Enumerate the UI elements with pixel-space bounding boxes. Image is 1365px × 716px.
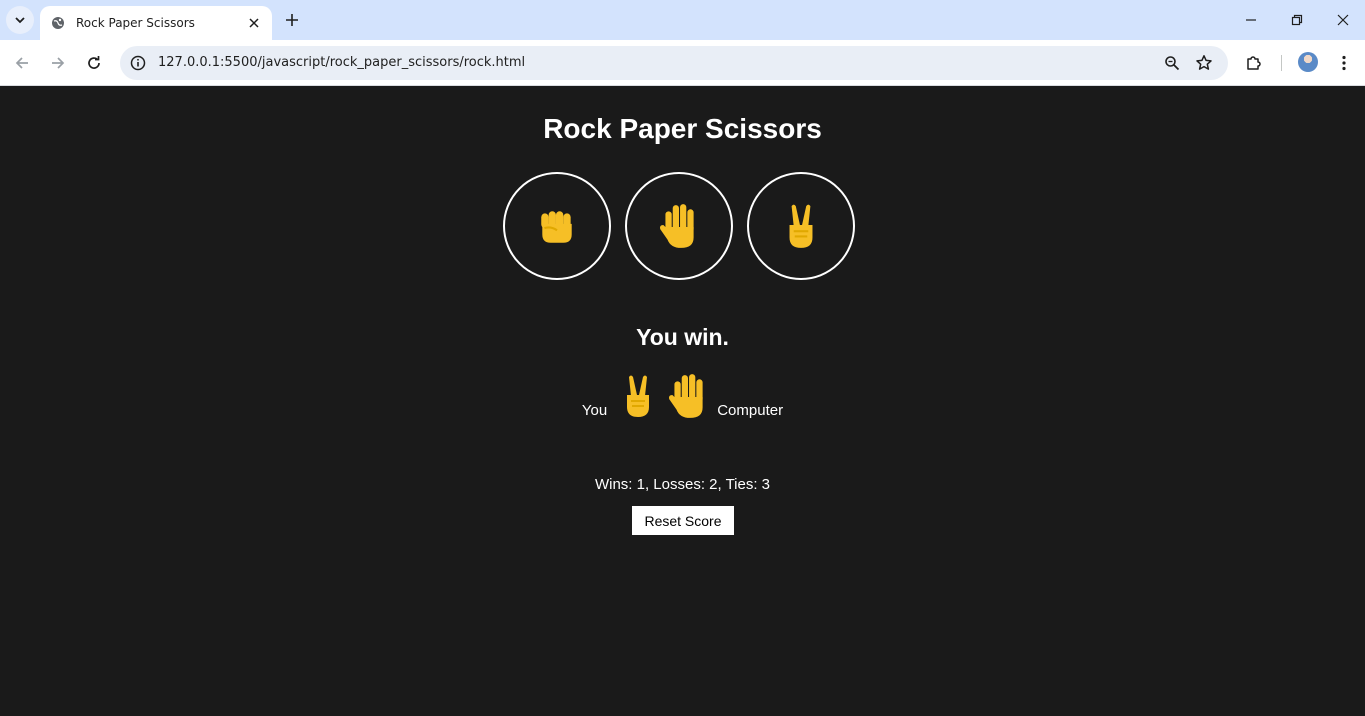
close-window-button[interactable]	[1329, 6, 1357, 34]
puzzle-icon	[1247, 56, 1261, 70]
toolbar-divider	[1281, 55, 1282, 71]
result-text: You win.	[636, 324, 729, 350]
rock-fist-icon	[541, 211, 572, 243]
globe-icon	[50, 15, 66, 31]
url-text: 127.0.0.1:5500/javascript/rock_paper_sci…	[158, 55, 526, 70]
forward-button[interactable]	[44, 49, 72, 77]
scissors-button[interactable]	[747, 172, 855, 280]
extensions-button[interactable]	[1240, 49, 1268, 77]
zoom-icon	[1165, 56, 1180, 71]
restore-button[interactable]	[1283, 6, 1311, 34]
moves-summary: You Computer	[0, 371, 1365, 421]
restore-icon	[1291, 14, 1303, 26]
browser-tab-active[interactable]: Rock Paper Scissors	[40, 6, 272, 40]
minimize-button[interactable]	[1237, 6, 1265, 34]
site-info-button[interactable]	[126, 51, 150, 75]
bookmark-button[interactable]	[1192, 51, 1216, 75]
player-move-scissors	[613, 371, 663, 421]
computer-move-paper	[663, 371, 713, 421]
score-text: Wins: 1, Losses: 2, Ties: 3	[594, 476, 771, 493]
reload-button[interactable]	[80, 49, 108, 77]
scissors-hand-icon	[789, 204, 813, 248]
zoom-button[interactable]	[1160, 51, 1184, 75]
paper-hand-icon	[669, 374, 703, 418]
tab-search-button[interactable]	[6, 6, 34, 34]
profile-avatar[interactable]	[1298, 52, 1318, 72]
reset-score-button[interactable]: Reset Score	[632, 506, 734, 535]
rock-button[interactable]	[503, 172, 611, 280]
info-icon	[130, 55, 146, 71]
computer-label: Computer	[717, 402, 784, 419]
paper-hand-icon	[660, 204, 694, 248]
browser-tab-strip: Rock Paper Scissors	[0, 0, 1365, 40]
kebab-menu-icon	[1342, 55, 1346, 71]
browser-toolbar: 127.0.0.1:5500/javascript/rock_paper_sci…	[0, 40, 1365, 86]
arrow-left-icon	[15, 57, 28, 69]
scissors-hand-icon	[627, 375, 650, 417]
reload-icon	[88, 56, 100, 69]
paper-button[interactable]	[625, 172, 733, 280]
tab-close-button[interactable]	[246, 15, 262, 31]
new-tab-button[interactable]	[280, 8, 304, 32]
plus-icon	[286, 14, 298, 26]
address-bar[interactable]: 127.0.0.1:5500/javascript/rock_paper_sci…	[120, 46, 1228, 80]
minimize-icon	[1246, 19, 1256, 21]
game-page: Rock Paper Scissors You win. You Compute…	[0, 87, 1365, 716]
move-buttons	[503, 172, 855, 280]
chevron-down-icon	[15, 17, 25, 24]
tab-title: Rock Paper Scissors	[76, 16, 195, 30]
arrow-right-icon	[52, 57, 65, 69]
star-icon	[1196, 55, 1212, 70]
you-label: You	[581, 402, 608, 419]
close-icon	[249, 18, 259, 28]
close-icon	[1337, 14, 1349, 26]
page-title: Rock Paper Scissors	[543, 113, 822, 144]
browser-menu-button[interactable]	[1330, 49, 1358, 77]
back-button[interactable]	[8, 49, 36, 77]
